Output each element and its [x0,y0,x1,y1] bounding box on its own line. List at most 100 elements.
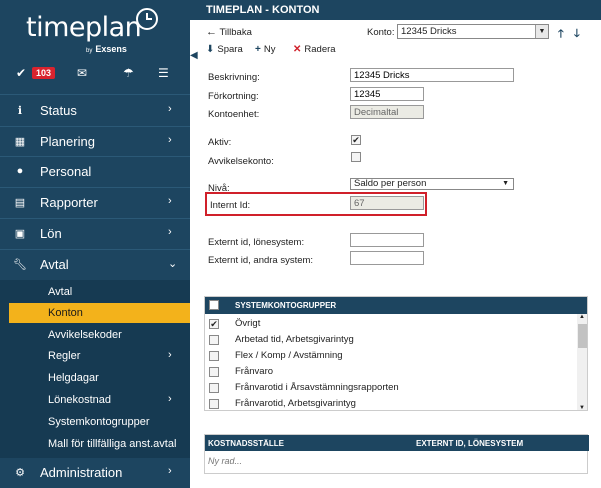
sidebar: timeplan by Exsens ✔ 103 ✉ ☂ ☰ ℹ Status ›… [0,0,190,488]
submenu-item-label: Avtal [48,286,73,298]
sidebar-toolbar: ✔ 103 ✉ ☂ ☰ [0,63,190,85]
chevron-right-icon: › [168,226,172,238]
chevron-right-icon: › [168,195,172,207]
back-button[interactable]: ← Tillbaka [206,26,252,38]
close-icon: ✕ [293,44,302,55]
new-row-button[interactable]: Ny rad... [208,456,242,466]
forkortning-label: Förkortning: [208,91,259,102]
externt-andra-label: Externt id, andra system: [208,255,314,266]
sidebar-item-label: Planering [40,134,95,149]
chevron-right-icon: › [168,393,172,405]
submenu-item-avtal[interactable]: Avtal [0,282,190,302]
niva-select[interactable]: Saldo per person ▼ [350,178,514,190]
row-checkbox[interactable] [209,399,219,409]
chevron-down-icon: ⌄ [168,258,178,270]
aktiv-checkbox[interactable]: ✔ [351,135,361,145]
forkortning-input[interactable] [350,87,424,101]
scroll-up-icon[interactable]: ▲ [579,314,585,320]
row-checkbox[interactable] [209,383,219,393]
list-item[interactable]: Arbetad tid, Arbetsgivarintyg [205,332,577,348]
list-menu-icon[interactable]: ☰ [158,66,169,80]
submenu-item-mall[interactable]: Mall för tillfälliga anst.avtal [0,434,190,454]
externt-andra-input[interactable] [350,251,424,265]
list-item[interactable]: Flex / Komp / Avstämning [205,348,577,364]
calendar-icon: ▦ [14,136,26,148]
submenu-item-regler[interactable]: Regler › [0,346,190,366]
aktiv-label: Aktiv: [208,137,232,148]
systemkontogrupper-list: SYSTEMKONTOGRUPPER ✔ Övrigt Arbetad tid,… [204,296,588,411]
sidebar-item-status[interactable]: ℹ Status › [0,95,190,126]
chevron-down-icon: ▼ [502,180,509,187]
sidebar-item-label: Lön [40,226,62,241]
list-item-label: Övrigt [235,318,261,329]
logo-company: Exsens [95,44,127,54]
money-icon: ▣ [14,228,26,240]
internt-id-label: Internt Id: [210,200,251,211]
sidebar-item-avtal[interactable]: 🔧︎ Avtal ⌄ [0,249,190,280]
sidebar-item-rapporter[interactable]: ▤ Rapporter › [0,187,190,218]
submenu-item-systemkontogrupper[interactable]: Systemkontogrupper [0,412,190,432]
externt-lon-input[interactable] [350,233,424,247]
list-item[interactable]: Frånvarotid i Årsavstämningsrapporten [205,380,577,396]
notification-badge[interactable]: 103 [32,67,56,79]
list-item[interactable]: Frånvarotid, Arbetsgivarintyg [205,396,577,410]
konto-label: Konto: [367,27,395,38]
sidebar-item-personal[interactable]: ● Personal [0,156,190,187]
list-item[interactable]: Frånvaro [205,364,577,380]
list-item-label: Arbetad tid, Arbetsgivarintyg [235,334,354,345]
new-label: Ny [263,44,276,55]
clock-icon [136,8,158,30]
wrench-icon: 🔧︎ [13,259,27,271]
umbrella-icon[interactable]: ☂ [123,66,134,80]
scroll-down-icon[interactable]: ▼ [579,405,585,410]
sidebar-item-label: Administration [40,465,123,480]
save-button[interactable]: ⬇ Spara [206,44,243,55]
systemkontogrupper-header: SYSTEMKONTOGRUPPER [205,297,587,314]
submenu-item-label: Systemkontogrupper [48,416,150,428]
row-checkbox[interactable] [209,351,219,361]
save-label: Spara [217,44,243,55]
niva-select-value: Saldo per person [354,178,427,189]
beskrivning-input[interactable] [350,68,514,82]
sidebar-item-administration[interactable]: ⚙ Administration › [0,457,190,488]
list-item-label: Frånvarotid i Årsavstämningsrapporten [235,382,399,393]
column-header-externt-id: EXTERNT ID, LÖNESYSTEM [416,439,524,448]
systemkontogrupper-header-label: SYSTEMKONTOGRUPPER [235,301,337,310]
column-header-kostnadsstalle: KOSTNADSSTÄLLE [208,439,284,448]
scroll-thumb[interactable] [578,324,587,348]
row-checkbox[interactable]: ✔ [209,319,219,329]
checkmark-icon[interactable]: ✔ [16,66,26,80]
submenu-item-label: Helgdagar [48,372,99,384]
sidebar-item-planering[interactable]: ▦ Planering › [0,126,190,157]
sidebar-item-label: Avtal [40,257,69,272]
new-button[interactable]: + Ny [255,44,275,55]
konto-select[interactable]: 12345 Dricks ▼ [397,24,549,39]
konto-select-value: 12345 Dricks [401,26,457,37]
sidebar-item-lon[interactable]: ▣ Lön › [0,218,190,249]
submenu-item-avvikelsekoder[interactable]: Avvikelsekoder [0,325,190,345]
submenu-item-lonekostnad[interactable]: Lönekostnad › [0,390,190,410]
kontoenhet-field: Decimaltal [350,105,424,119]
list-scrollbar[interactable]: ▲ ▼ [577,314,587,410]
title-bar: TIMEPLAN - KONTON [190,0,601,20]
list-item[interactable]: ✔ Övrigt [205,316,577,332]
arrow-left-icon: ← [206,26,217,38]
app-logo[interactable]: timeplan by Exsens [0,0,190,60]
logo-subtitle: by Exsens [86,44,127,54]
main-panel: TIMEPLAN - KONTON ◀ ← Tillbaka Konto: 12… [190,0,601,488]
submenu-item-helgdagar[interactable]: Helgdagar [0,368,190,388]
list-item-label: Frånvaro [235,366,274,377]
select-all-checkbox[interactable] [209,300,219,310]
logo-text: timeplan [26,12,142,43]
internt-id-field: 67 [350,196,424,210]
externt-lon-label: Externt id, lönesystem: [208,237,305,248]
submenu-item-konton[interactable]: Konton [9,303,190,323]
row-checkbox[interactable] [209,367,219,377]
row-checkbox[interactable] [209,335,219,345]
avtal-submenu: Avtal Konton Avvikelsekoder Regler › Hel… [0,280,190,458]
beskrivning-label: Beskrivning: [208,72,260,83]
document-icon: ▤ [14,197,26,209]
delete-button[interactable]: ✕ Radera [293,44,336,55]
avvikelsekonto-checkbox[interactable] [351,152,361,162]
mail-icon[interactable]: ✉ [77,66,87,80]
